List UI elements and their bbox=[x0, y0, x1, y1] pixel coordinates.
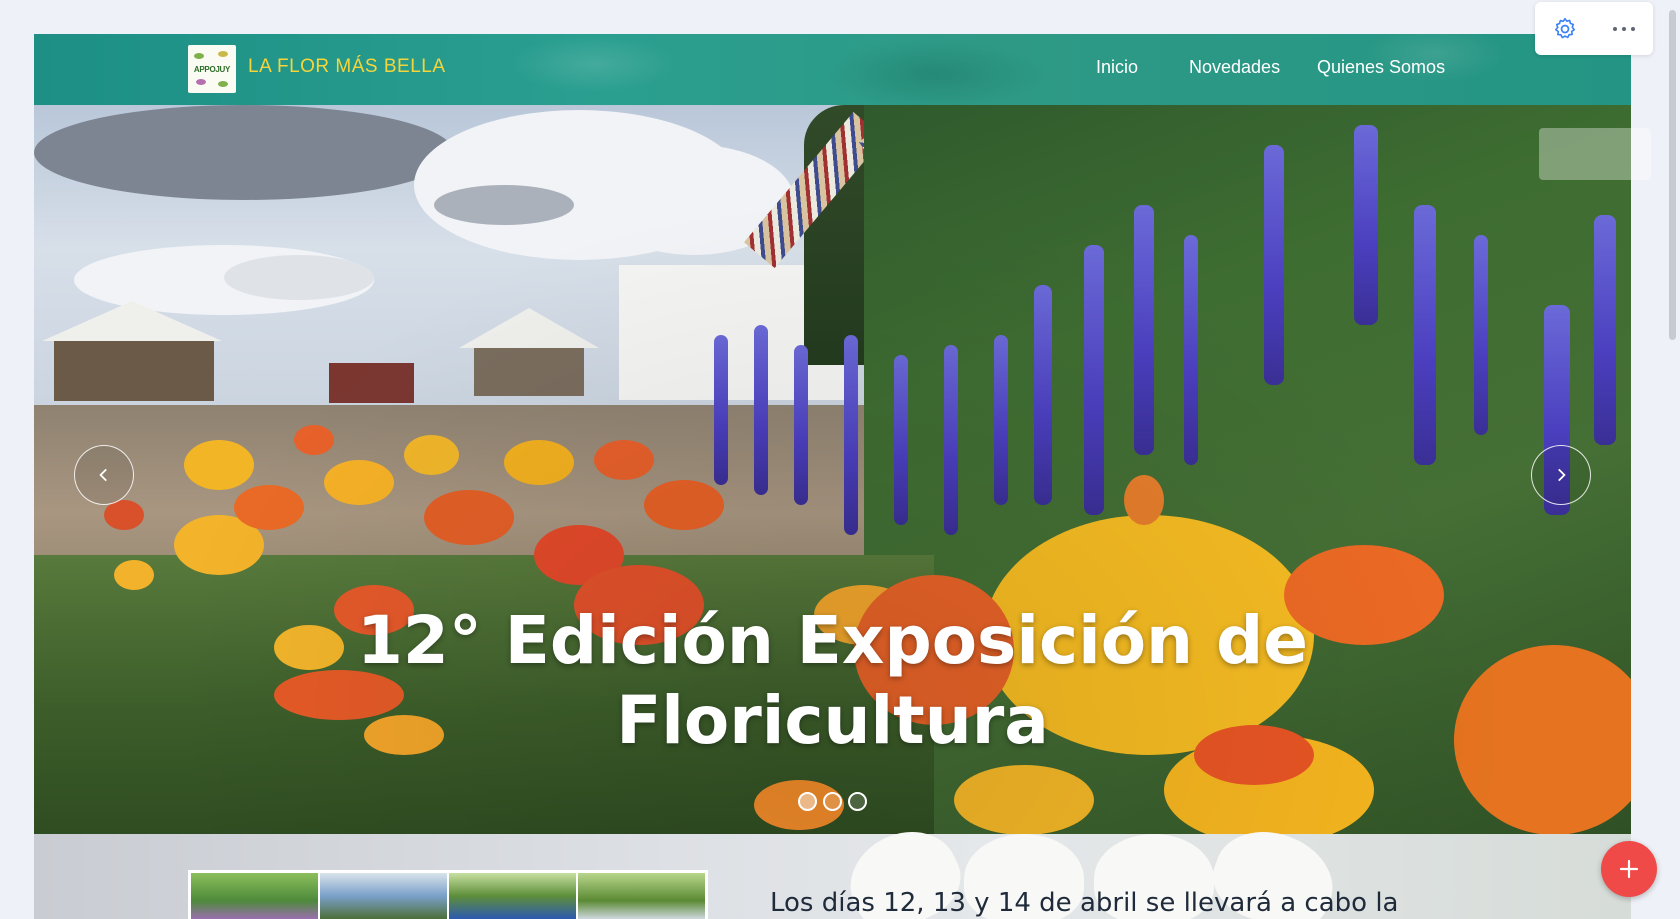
plus-icon bbox=[1619, 859, 1639, 879]
intro-section: Los días 12, 13 y 14 de abril se llevará… bbox=[34, 814, 1631, 919]
more-options-button[interactable] bbox=[1606, 11, 1642, 47]
hero-title-line-1: 12° Edición Exposición de bbox=[356, 602, 1309, 679]
hero-carousel: 12° Edición Exposición de Floricultura bbox=[34, 105, 1631, 834]
brand-name[interactable]: LA FLOR MÁS BELLA bbox=[248, 56, 446, 78]
page-controls bbox=[1535, 2, 1653, 55]
photo-thumbnail[interactable] bbox=[320, 873, 447, 919]
page-scrollbar[interactable] bbox=[1664, 0, 1680, 919]
brand-logo[interactable]: APPOJUY bbox=[188, 45, 236, 93]
top-navbar: APPOJUY LA FLOR MÁS BELLA Inicio Novedad… bbox=[34, 34, 1631, 105]
nav-link-quienes-somos[interactable]: Quienes Somos bbox=[1317, 57, 1445, 78]
logo-leaf-decoration bbox=[218, 81, 228, 87]
photo-thumbnail[interactable] bbox=[449, 873, 576, 919]
more-horizontal-icon bbox=[1612, 26, 1635, 31]
logo-leaf-decoration bbox=[196, 79, 206, 85]
chevron-right-icon bbox=[1558, 468, 1566, 482]
page-frame: APPOJUY LA FLOR MÁS BELLA Inicio Novedad… bbox=[34, 34, 1631, 919]
logo-leaf-decoration bbox=[194, 53, 204, 59]
logo-leaf-decoration bbox=[218, 51, 228, 57]
intro-paragraph: Los días 12, 13 y 14 de abril se llevará… bbox=[770, 888, 1399, 918]
carousel-indicators bbox=[34, 792, 1631, 811]
nav-link-novedades[interactable]: Novedades bbox=[1189, 57, 1280, 78]
brand-logo-text: APPOJUY bbox=[193, 64, 231, 74]
scrollbar-thumb[interactable] bbox=[1669, 10, 1676, 340]
photo-strip[interactable] bbox=[188, 870, 708, 919]
carousel-dot-2[interactable] bbox=[823, 792, 842, 811]
settings-button[interactable] bbox=[1547, 11, 1583, 47]
carousel-next-button[interactable] bbox=[1531, 445, 1591, 505]
hero-title-line-2: Floricultura bbox=[616, 682, 1049, 759]
carousel-dot-3[interactable] bbox=[848, 792, 867, 811]
chevron-left-icon bbox=[99, 468, 107, 482]
photo-thumbnail[interactable] bbox=[578, 873, 705, 919]
hero-title: 12° Edición Exposición de Floricultura bbox=[34, 601, 1631, 761]
photo-thumbnail[interactable] bbox=[191, 873, 318, 919]
carousel-prev-button[interactable] bbox=[74, 445, 134, 505]
overlay-panel bbox=[1539, 128, 1651, 180]
nav-link-inicio[interactable]: Inicio bbox=[1096, 57, 1138, 78]
carousel-dot-1[interactable] bbox=[798, 792, 817, 811]
add-fab-button[interactable] bbox=[1601, 841, 1657, 897]
gear-icon bbox=[1554, 17, 1575, 38]
